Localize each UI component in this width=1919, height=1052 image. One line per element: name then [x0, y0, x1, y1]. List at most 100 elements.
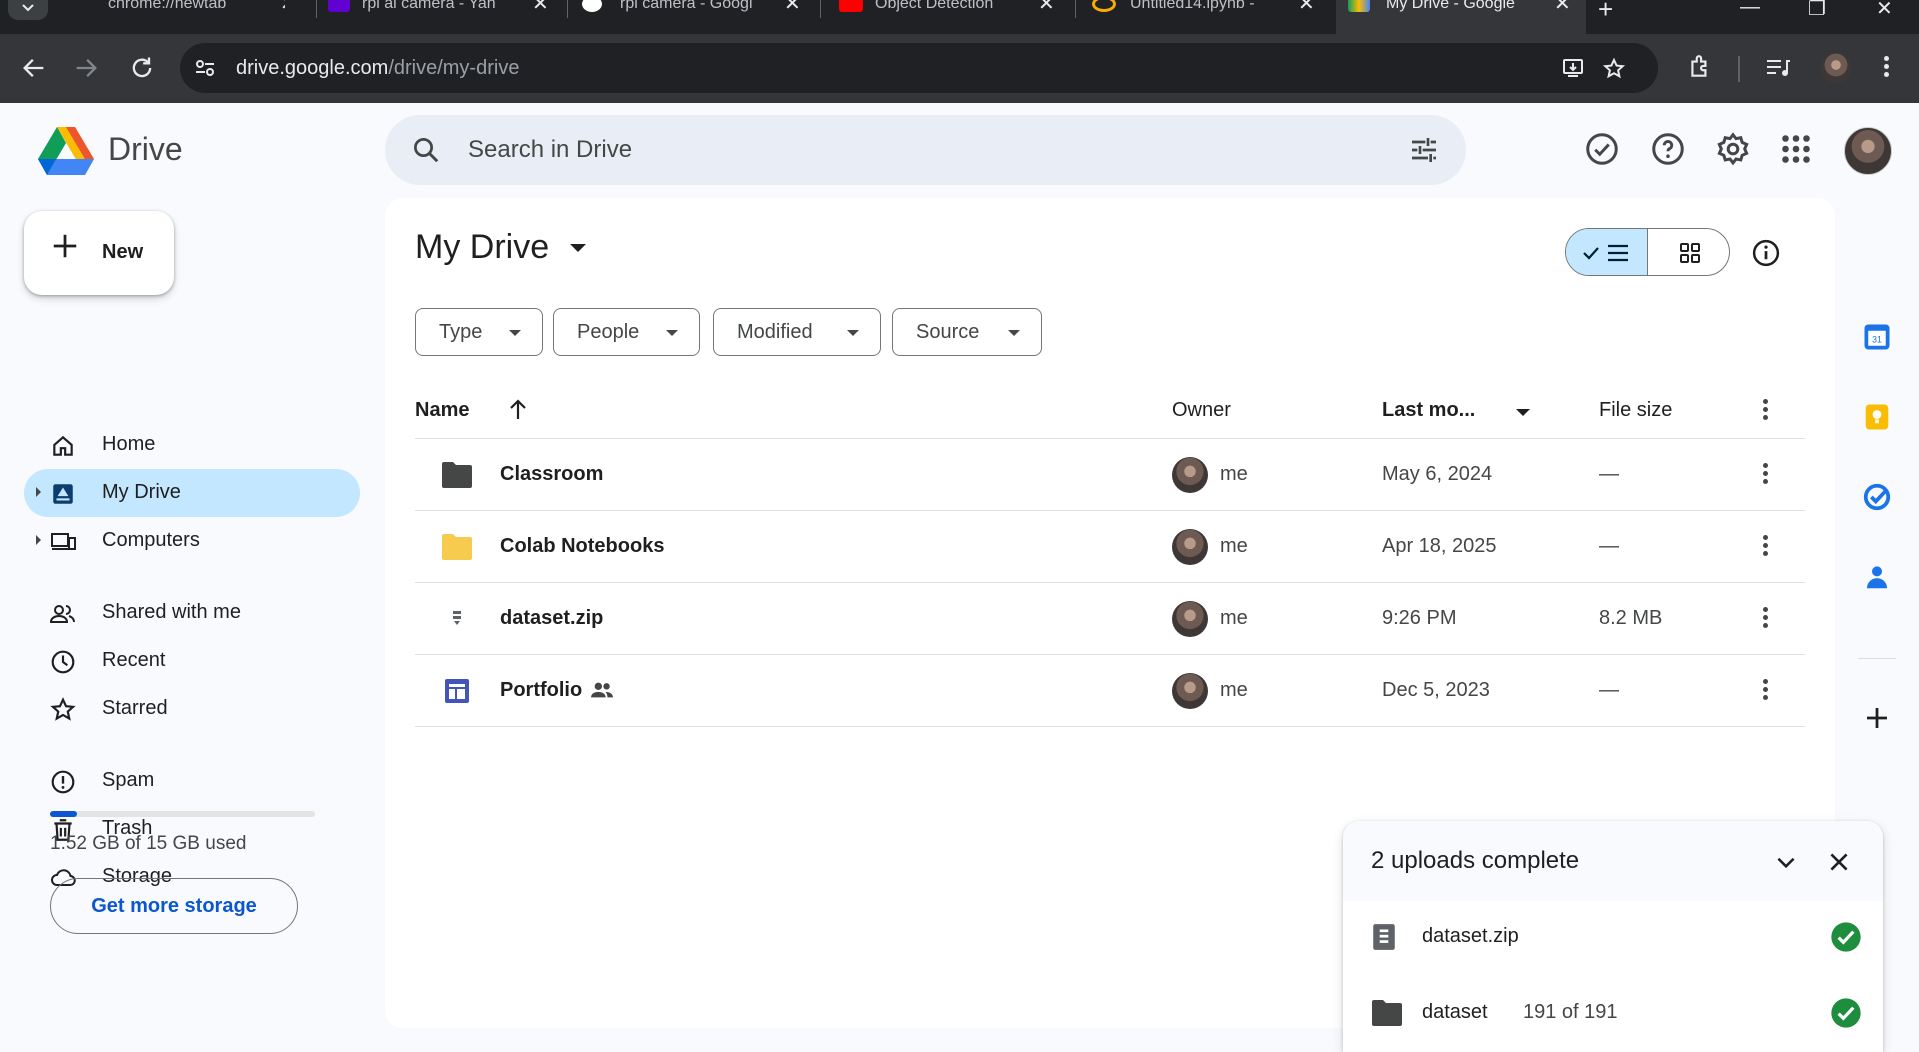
browser-tab[interactable]: Object Detection ✕ — [825, 0, 1075, 34]
table-row[interactable]: Classroom me May 6, 2024 — — [415, 439, 1805, 511]
new-tab-icon[interactable]: + — [1598, 0, 1613, 25]
site-info-icon[interactable] — [194, 57, 216, 79]
browser-menu-icon[interactable] — [1884, 56, 1890, 80]
table-row[interactable]: dataset.zip me 9:26 PM 8.2 MB — [415, 583, 1805, 655]
profile-avatar[interactable] — [1821, 53, 1851, 83]
column-header-name[interactable]: Name — [415, 399, 469, 422]
collapse-chevron-icon[interactable] — [1773, 849, 1799, 875]
file-name[interactable]: Portfolio — [500, 679, 582, 702]
page-title[interactable]: My Drive — [415, 228, 549, 267]
sidebar-item-shared[interactable]: Shared with me — [24, 589, 360, 637]
get-more-storage-button[interactable]: Get more storage — [50, 878, 298, 934]
tab-search-button[interactable] — [8, 0, 48, 20]
close-tab-icon[interactable]: ✕ — [1298, 0, 1315, 14]
expand-caret-icon[interactable] — [36, 535, 41, 545]
help-icon[interactable] — [1650, 131, 1686, 167]
folder-icon — [442, 534, 472, 560]
table-row[interactable]: Colab Notebooks me Apr 18, 2025 — — [415, 511, 1805, 583]
list-view-button[interactable] — [1566, 229, 1648, 275]
brand-title[interactable]: Drive — [108, 131, 183, 168]
file-name[interactable]: Classroom — [500, 463, 603, 486]
info-icon[interactable] — [1751, 238, 1781, 268]
google-apps-icon[interactable] — [1778, 131, 1814, 167]
more-actions-icon[interactable] — [1763, 463, 1769, 487]
bookmark-star-icon[interactable] — [1602, 57, 1626, 81]
column-options-icon[interactable] — [1763, 399, 1769, 423]
address-bar[interactable]: drive.google.com/drive/my-drive — [180, 43, 1658, 93]
sidebar-item-home[interactable]: Home — [24, 421, 360, 469]
file-modified: May 6, 2024 — [1382, 463, 1493, 485]
close-tab-icon[interactable]: ✕ — [1038, 0, 1055, 14]
file-name[interactable]: dataset.zip — [500, 607, 603, 630]
expand-caret-icon[interactable] — [36, 487, 41, 497]
search-icon[interactable] — [411, 135, 441, 165]
sort-ascending-icon[interactable] — [506, 397, 530, 423]
close-window-icon[interactable]: ✕ — [1876, 0, 1893, 21]
settings-gear-icon[interactable] — [1715, 131, 1751, 167]
more-actions-icon[interactable] — [1763, 679, 1769, 703]
search-input[interactable] — [468, 129, 1368, 171]
more-actions-icon[interactable] — [1763, 607, 1769, 631]
file-modified: 9:26 PM — [1382, 607, 1457, 629]
new-button[interactable]: New — [24, 211, 174, 295]
upload-complete-check-icon — [1831, 922, 1861, 952]
close-tab-icon[interactable]: ✕ — [280, 0, 285, 14]
filter-chip-source[interactable]: Source — [892, 308, 1042, 356]
keep-icon[interactable] — [1862, 402, 1892, 432]
ready-for-offline-icon[interactable] — [1584, 131, 1620, 167]
sort-caret-icon[interactable] — [1516, 409, 1530, 416]
upload-item[interactable]: dataset.zip — [1343, 901, 1883, 973]
sidebar-item-computers[interactable]: Computers — [24, 517, 360, 565]
contacts-icon[interactable] — [1862, 562, 1892, 592]
column-header-owner[interactable]: Owner — [1172, 399, 1231, 422]
file-name[interactable]: Colab Notebooks — [500, 535, 664, 558]
calendar-icon[interactable]: 31 — [1862, 322, 1892, 352]
tab-divider — [567, 0, 568, 18]
title-dropdown-icon[interactable] — [570, 244, 586, 252]
forward-icon[interactable] — [72, 54, 100, 82]
computers-icon — [51, 533, 76, 550]
search-bar[interactable] — [385, 115, 1466, 185]
sidebar-item-my-drive[interactable]: My Drive — [24, 469, 360, 517]
column-header-last-modified[interactable]: Last mo... — [1382, 399, 1475, 422]
grid-view-button[interactable] — [1648, 229, 1729, 275]
filter-chip-type[interactable]: Type — [415, 308, 543, 356]
sidebar-item-spam[interactable]: Spam — [24, 757, 360, 805]
file-owner: me — [1220, 607, 1248, 629]
browser-tab[interactable]: chrome://newtab ✕ — [60, 0, 285, 34]
account-avatar[interactable] — [1844, 127, 1892, 175]
more-actions-icon[interactable] — [1763, 535, 1769, 559]
column-header-file-size[interactable]: File size — [1599, 399, 1672, 422]
restore-icon[interactable]: ❐ — [1808, 0, 1826, 21]
shared-icon — [50, 605, 75, 623]
close-icon[interactable] — [1826, 849, 1852, 875]
browser-tab[interactable]: Untitled14.ipynb - ✕ — [1080, 0, 1330, 34]
close-tab-icon[interactable]: ✕ — [1554, 0, 1571, 14]
filter-chip-modified[interactable]: Modified — [713, 308, 881, 356]
media-control-icon[interactable] — [1765, 56, 1791, 80]
drive-logo-icon[interactable] — [38, 127, 94, 177]
add-addon-icon[interactable] — [1862, 703, 1892, 733]
minimize-icon[interactable]: — — [1740, 0, 1760, 19]
browser-tab[interactable]: rpi camera - Googl ✕ — [572, 0, 822, 34]
install-app-icon[interactable] — [1562, 57, 1586, 79]
browser-tab[interactable]: rpi ai camera - Yah ✕ — [320, 0, 570, 34]
sidebar-item-starred[interactable]: Starred — [24, 685, 360, 733]
back-icon[interactable] — [20, 54, 48, 82]
extensions-icon[interactable] — [1687, 54, 1713, 80]
tasks-icon[interactable] — [1862, 482, 1892, 512]
close-tab-icon[interactable]: ✕ — [532, 0, 549, 14]
shared-people-icon — [591, 682, 613, 698]
upload-file-name: dataset.zip — [1422, 925, 1519, 947]
browser-tab-active[interactable]: My Drive - Google ✕ — [1336, 0, 1586, 34]
sidebar-item-recent[interactable]: Recent — [24, 637, 360, 685]
storage-progress-bar — [50, 811, 315, 817]
filter-chip-people[interactable]: People — [553, 308, 700, 356]
upload-item[interactable]: dataset 191 of 191 — [1343, 977, 1883, 1049]
search-options-icon[interactable] — [1408, 134, 1440, 166]
table-row[interactable]: Portfolio me Dec 5, 2023 — — [415, 655, 1805, 727]
tab-title: Object Detection — [875, 0, 994, 12]
close-tab-icon[interactable]: ✕ — [784, 0, 801, 14]
reload-icon[interactable] — [128, 54, 156, 82]
tab-divider — [820, 0, 821, 18]
